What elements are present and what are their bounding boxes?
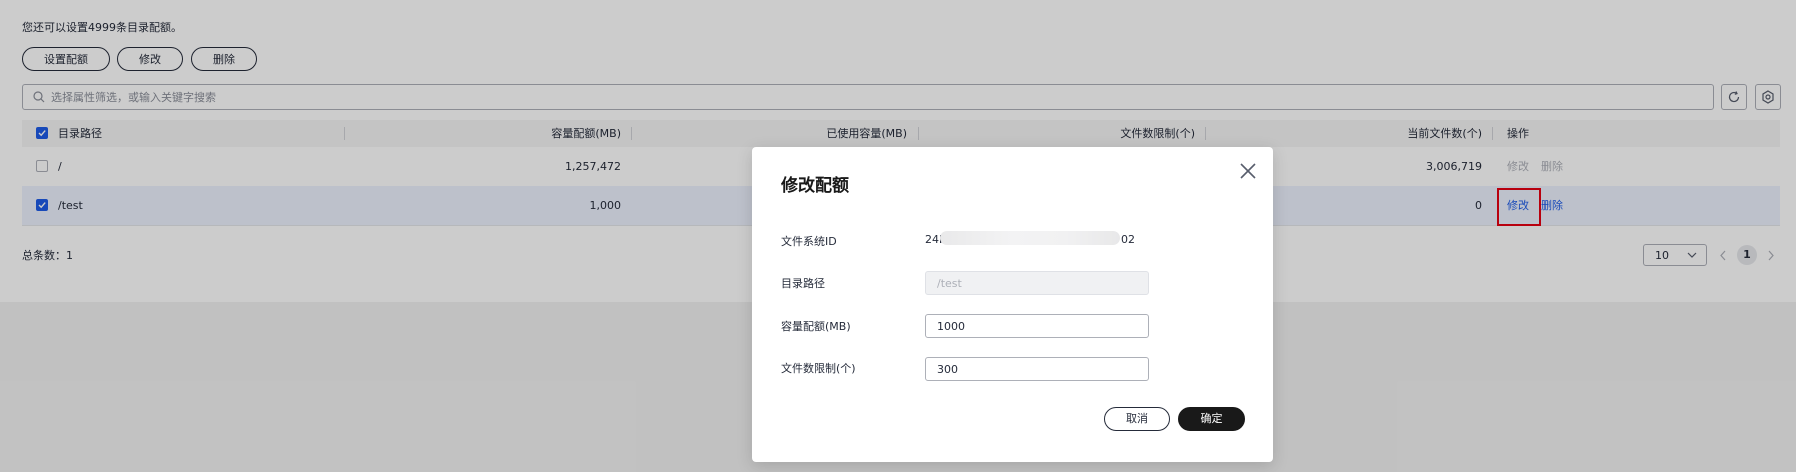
dir-path-label: 目录路径 <box>781 277 825 290</box>
dir-path-input <box>925 271 1149 295</box>
file-limit-label: 文件数限制(个) <box>781 362 856 375</box>
cancel-button[interactable]: 取消 <box>1104 407 1170 431</box>
confirm-button[interactable]: 确定 <box>1178 407 1245 431</box>
fs-id-label: 文件系统ID <box>781 235 837 248</box>
close-icon[interactable] <box>1238 161 1258 181</box>
capacity-quota-label: 容量配额(MB) <box>781 320 851 333</box>
capacity-quota-input[interactable] <box>925 314 1149 338</box>
dialog-title: 修改配额 <box>781 176 849 196</box>
modify-quota-dialog: 修改配额 文件系统ID 24b 02 目录路径 容量配额(MB) 文件数限制(个… <box>752 147 1273 462</box>
fs-id-suffix: 02 <box>1121 233 1135 246</box>
file-limit-input[interactable] <box>925 357 1149 381</box>
fs-id-redacted <box>940 231 1120 245</box>
